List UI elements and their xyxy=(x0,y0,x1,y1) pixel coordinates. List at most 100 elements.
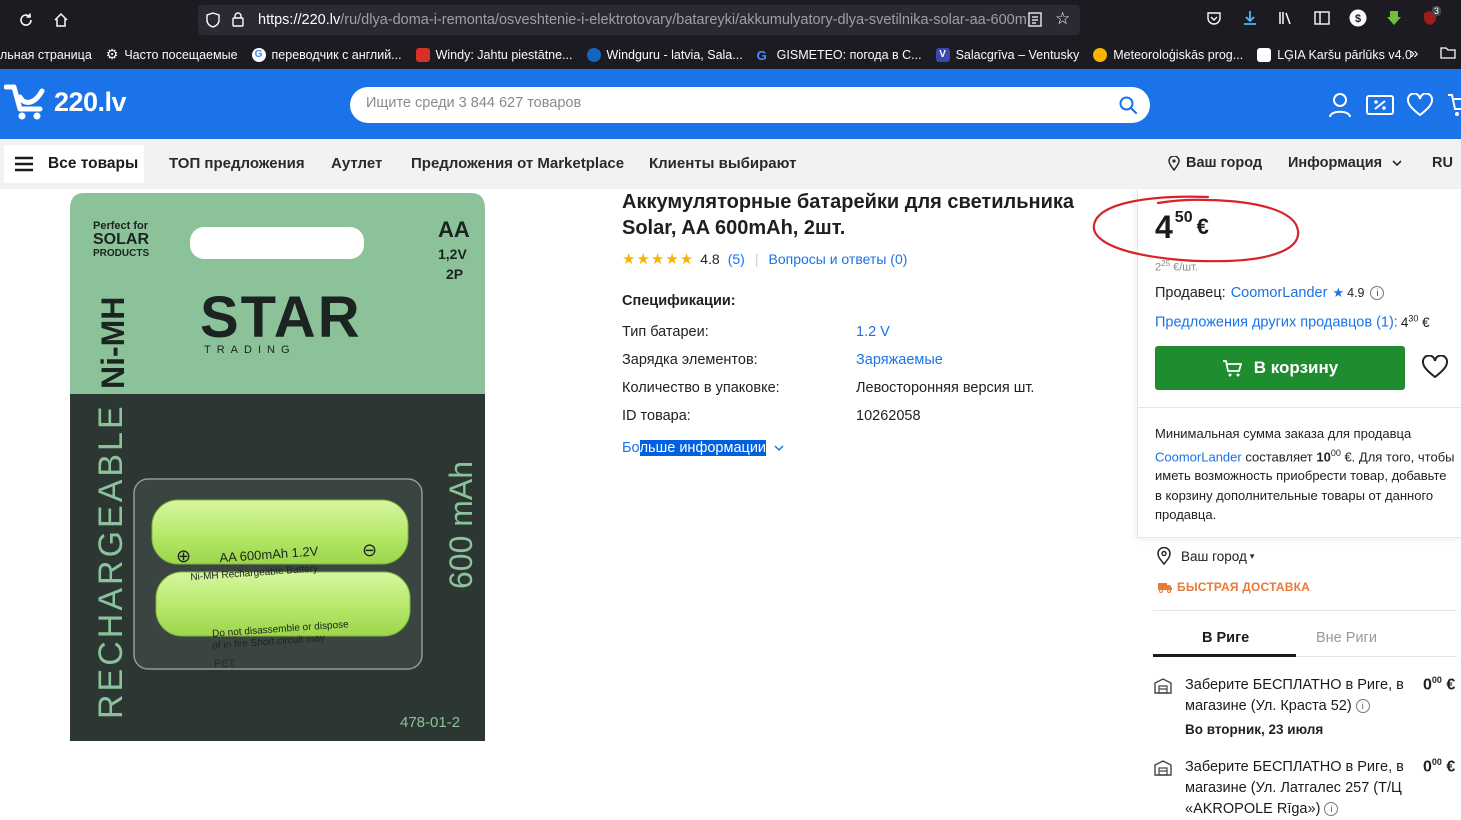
buy-box: 4 50 € 225 €/шт. Продавец: CoomorLander ★ … xyxy=(1092,189,1461,538)
bookmark-8[interactable]: LĢIA Karšu pārlūks v4.0 xyxy=(1257,47,1412,62)
more-info-text-a: Бо xyxy=(622,440,640,456)
product-image[interactable]: Perfect for SOLAR PRODUCTS AA 1,2V 2P ST… xyxy=(66,189,489,744)
more-bookmarks-icon[interactable]: » xyxy=(1410,45,1418,62)
reader-view-icon[interactable] xyxy=(1028,12,1042,30)
product-rating: ★★★★★ 4.8 (5) | Вопросы и ответы (0) xyxy=(622,250,907,268)
delivery-city-selector[interactable]: Ваш город ▾ xyxy=(1157,547,1254,565)
bookmark-6[interactable]: V Salacgrīva – Ventusky xyxy=(935,47,1079,62)
add-to-cart-button[interactable]: В корзину xyxy=(1155,346,1405,390)
nav-city-label: Ваш город xyxy=(1186,155,1263,171)
site-header: 220.lv xyxy=(0,69,1461,139)
search-bar[interactable] xyxy=(350,87,1150,123)
spec-key: Количество в упаковке: xyxy=(622,380,780,396)
spec-value: 10262058 xyxy=(856,408,921,424)
home-icon[interactable] xyxy=(45,4,77,36)
info-icon[interactable]: i xyxy=(1355,699,1370,714)
site-logo[interactable]: 220.lv xyxy=(4,83,127,121)
address-bar[interactable]: https://220.lv/ru/dlya-doma-i-remonta/os… xyxy=(198,5,1080,35)
nav-marketplace[interactable]: Предложения от Marketplace xyxy=(411,155,624,172)
ventusky-icon: V xyxy=(935,47,950,62)
location-pin-icon xyxy=(1157,547,1171,565)
reload-icon[interactable] xyxy=(10,4,42,36)
bookmarks-bar: льная страница ⚙ Часто посещаемые Gперево… xyxy=(0,40,1461,69)
tab-in-riga[interactable]: В Риге xyxy=(1202,630,1249,646)
nav-language[interactable]: RU xyxy=(1432,155,1453,171)
bookmark-3[interactable]: Windy: Jahtu piestātne... xyxy=(415,47,573,62)
nav-customers-choose[interactable]: Клиенты выбирают xyxy=(649,155,796,172)
pickup-text: Заберите БЕСПЛАТНО в Риге, в магазине (У… xyxy=(1185,677,1404,714)
other-bookmarks-folder-icon[interactable] xyxy=(1440,46,1456,62)
nav-info[interactable]: Информация xyxy=(1288,155,1402,171)
extension-s-icon[interactable]: $ xyxy=(1340,9,1376,32)
library-icon[interactable] xyxy=(1268,10,1304,31)
product-title: Аккумуляторные батарейки для светильника… xyxy=(622,191,1075,239)
bookmark-star-icon[interactable]: ☆ xyxy=(1055,9,1070,29)
seller-link[interactable]: CoomorLander xyxy=(1231,285,1328,301)
ublock-icon[interactable]: 3 xyxy=(1412,5,1448,31)
image-products: PRODUCTS xyxy=(93,248,149,259)
caret-down-icon: ▾ xyxy=(1249,550,1255,561)
browser-toolbar: https://220.lv/ru/dlya-doma-i-remonta/os… xyxy=(0,0,1461,40)
wishlist-heart-icon[interactable] xyxy=(1400,91,1440,119)
seller-rating: 4.9 xyxy=(1347,286,1365,300)
svg-text:⊕: ⊕ xyxy=(176,546,191,566)
other-offers[interactable]: Предложения других продавцов (1): 430 € xyxy=(1155,313,1430,331)
qa-link[interactable]: Вопросы и ответы (0) xyxy=(768,251,907,267)
image-solar: SOLAR xyxy=(93,231,149,248)
seller-label: Продавец: xyxy=(1155,285,1226,301)
extension-arrow-icon[interactable] xyxy=(1376,10,1412,31)
add-to-cart-label: В корзину xyxy=(1253,358,1339,377)
more-info-link[interactable]: Бо льше информации xyxy=(622,440,784,456)
bookmark-5[interactable]: G GISMETEO: погода в С... xyxy=(756,47,922,63)
tab-outside-riga[interactable]: Вне Риги xyxy=(1316,630,1377,646)
toolbar-icons: $ 3 xyxy=(1196,4,1448,36)
spec-value: Левосторонняя версия шт. xyxy=(856,380,1035,396)
chevron-down-icon xyxy=(1392,159,1402,166)
bookmark-0[interactable]: льная страница xyxy=(0,48,92,62)
header-icons xyxy=(1320,91,1461,119)
bookmark-4[interactable]: Windguru - latvia, Sala... xyxy=(586,47,743,62)
image-count: 2P xyxy=(446,266,463,282)
info-icon[interactable]: i xyxy=(1370,286,1385,300)
min-order-seller-link[interactable]: CoomorLander xyxy=(1155,449,1242,464)
search-icon[interactable] xyxy=(1118,95,1138,120)
lock-icon[interactable] xyxy=(232,12,244,30)
rating-separator: | xyxy=(754,251,759,267)
url-text[interactable]: https://220.lv/ru/dlya-doma-i-remonta/os… xyxy=(258,12,1028,28)
spec-key: Зарядка элементов: xyxy=(622,352,758,368)
seller-star-icon: ★ xyxy=(1332,285,1345,300)
fast-delivery-badge: БЫСТРАЯ ДОСТАВКА xyxy=(1157,580,1310,594)
main-nav: Все товары ТОП предложения Аутлет Предло… xyxy=(0,139,1461,189)
search-input[interactable] xyxy=(366,95,1106,111)
spec-value-link[interactable]: 1.2 V xyxy=(856,324,890,340)
nav-top-offers[interactable]: ТОП предложения xyxy=(169,155,305,172)
image-capacity: 600 mAh xyxy=(443,461,479,589)
chevron-down-icon xyxy=(774,444,784,451)
nav-outlet[interactable]: Аутлет xyxy=(331,155,382,172)
gear-icon: ⚙ xyxy=(105,46,119,62)
pickup-price: 000 € xyxy=(1423,757,1456,776)
bookmark-1[interactable]: ⚙ Часто посещаемые xyxy=(106,46,238,63)
spec-key: ID товара: xyxy=(622,408,691,424)
other-offers-link[interactable]: Предложения других продавцов (1): xyxy=(1155,315,1398,331)
discount-icon[interactable] xyxy=(1360,91,1400,119)
gismeteo-icon: G xyxy=(756,47,767,63)
nav-city[interactable]: Ваш город xyxy=(1168,155,1262,171)
downloads-icon[interactable] xyxy=(1232,10,1268,31)
pocket-icon[interactable] xyxy=(1196,10,1232,31)
user-icon[interactable] xyxy=(1320,91,1360,119)
bookmark-2[interactable]: Gпереводчик с англий... xyxy=(251,47,402,62)
reviews-link[interactable]: (5) xyxy=(728,251,745,267)
sidebar-icon[interactable] xyxy=(1304,10,1340,30)
logo-text: 220.lv xyxy=(54,86,127,117)
store-pickup-icon xyxy=(1154,678,1172,694)
cart-icon[interactable] xyxy=(1440,91,1461,119)
more-info-text-selected: льше информации xyxy=(639,440,767,456)
spec-key: Тип батареи: xyxy=(622,324,709,340)
bookmark-7[interactable]: Meteoroloģiskās prog... xyxy=(1093,47,1243,62)
shield-icon[interactable] xyxy=(206,12,220,31)
wishlist-button[interactable] xyxy=(1422,354,1448,384)
spec-value-link[interactable]: Заряжаемые xyxy=(856,352,943,368)
all-goods-button[interactable]: Все товары xyxy=(4,145,144,183)
info-icon[interactable]: i xyxy=(1324,802,1339,817)
